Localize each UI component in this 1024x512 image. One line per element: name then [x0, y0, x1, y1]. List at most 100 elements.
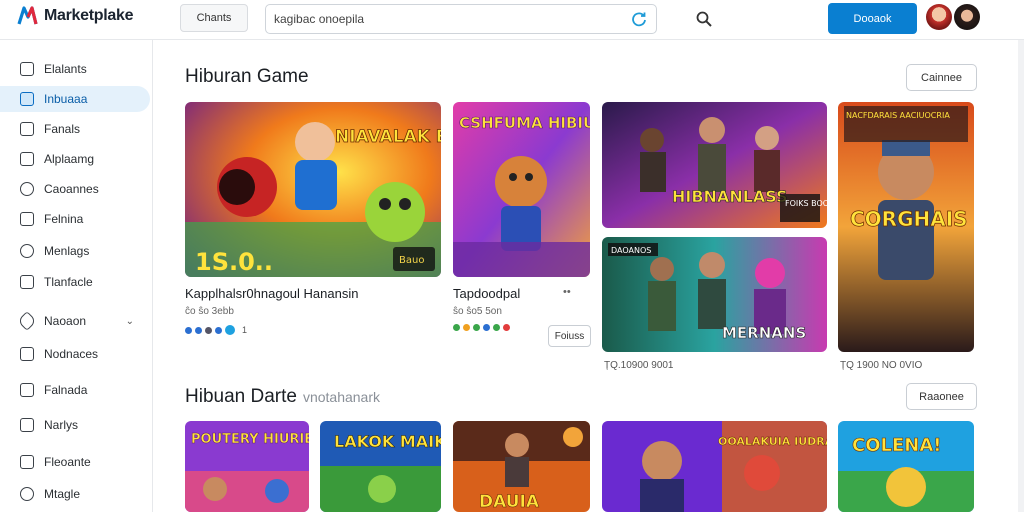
sidebar-item-11[interactable]: Narlys	[0, 412, 150, 438]
nav-icon	[20, 383, 34, 397]
nav-icon	[20, 182, 34, 196]
game-card[interactable]: NACFDARAIS AACIUOCRIA CORGHAIS	[838, 102, 974, 352]
card-action-button[interactable]: Foiuss	[548, 325, 591, 347]
game-thumbnail: DAUIA	[453, 421, 590, 512]
game-card[interactable]: LAKOK MAIKES	[320, 421, 441, 512]
game-thumbnail: COLENA!	[838, 421, 974, 512]
game-card[interactable]: OOALAKUIA IUDRAES	[602, 421, 827, 512]
chevron-down-icon[interactable]: ⌄	[126, 316, 134, 327]
sidebar-item-9[interactable]: Nodnaces	[0, 341, 150, 367]
section-title: Hiburan Game	[185, 66, 309, 87]
nav-icon	[20, 122, 34, 136]
game-card[interactable]: NIAVALAK ETANAIS 1S.0.. Bauo	[185, 102, 441, 277]
rating-dot	[463, 324, 470, 331]
scrollbar[interactable]	[1018, 40, 1024, 512]
sidebar-item-13[interactable]: Mtagle	[0, 481, 150, 507]
section-title: Hibuan Darte vnotahanark	[185, 386, 381, 407]
game-card[interactable]: POUTERY HIURIECS	[185, 421, 309, 512]
caption: ȚQ 1900 NO 0VIO	[840, 360, 923, 371]
game-card[interactable]: DAUIA	[453, 421, 590, 512]
rating-dot	[225, 325, 235, 335]
game-thumbnail: NACFDARAIS AACIUOCRIA CORGHAIS	[838, 102, 974, 352]
section-subtitle: vnotahanark	[302, 389, 381, 405]
rating-value: 1	[242, 325, 248, 335]
nav-icon	[20, 418, 34, 432]
card-badge: NACFDARAIS AACIUOCRIA	[846, 111, 950, 120]
sidebar-item-12[interactable]: Fleoante	[0, 449, 150, 475]
game-card[interactable]: COLENA!	[838, 421, 974, 512]
rating-dots	[453, 324, 510, 331]
caption: ȚQ.10900 9001	[604, 360, 674, 371]
art-text: OOALAKUIA IUDRAES	[718, 435, 827, 448]
rating-dot	[473, 324, 480, 331]
sidebar: Elalants Inbuaaa Fanals Alplaamg Caoanne…	[0, 40, 153, 512]
art-text: DAUIA	[479, 492, 540, 512]
sidebar-item-5[interactable]: Felnina	[0, 206, 150, 232]
chats-button[interactable]: Chants	[180, 4, 248, 32]
primary-action-button[interactable]: Dooaok	[828, 3, 917, 34]
nav-icon	[20, 455, 34, 469]
sidebar-item-10[interactable]: Falnada	[0, 377, 150, 403]
nav-icon	[20, 92, 34, 106]
nav-icon	[20, 347, 34, 361]
sidebar-item-6[interactable]: Menlags	[0, 238, 150, 264]
art-text: MERNANS	[722, 324, 806, 342]
section-more-button[interactable]: Cainnee	[906, 64, 977, 91]
game-thumbnail: DAOANOS MERNANS	[602, 237, 827, 352]
nav-icon	[20, 244, 34, 258]
sidebar-item-8[interactable]: Naoaon ⌄	[0, 308, 150, 334]
sidebar-item-1[interactable]: Inbuaaa	[0, 86, 150, 112]
card-badge: DAOANOS	[611, 246, 651, 255]
search-bar	[265, 4, 657, 34]
sidebar-item-0[interactable]: Elalants	[0, 56, 150, 82]
refresh-icon[interactable]	[630, 10, 648, 28]
card-badge: Bauo	[399, 255, 424, 266]
rating-dot	[453, 324, 460, 331]
rating-dot	[195, 326, 202, 334]
game-thumbnail: OOALAKUIA IUDRAES	[602, 421, 827, 512]
game-card[interactable]: CSHFUMA HIBIUIAES	[453, 102, 590, 277]
card-title[interactable]: Tapdoodpal	[453, 286, 520, 301]
nav-icon	[20, 152, 34, 166]
nav-icon	[17, 311, 37, 331]
nav-icon	[20, 62, 34, 76]
avatar[interactable]	[926, 4, 952, 30]
game-thumbnail: LAKOK MAIKES	[320, 421, 441, 512]
nav-icon	[20, 487, 34, 501]
art-text: POUTERY HIURIECS	[191, 432, 309, 447]
search-icon	[696, 11, 712, 27]
game-card[interactable]: DAOANOS MERNANS	[602, 237, 827, 352]
rating-dot	[503, 324, 510, 331]
rating-dot	[215, 326, 222, 334]
card-title[interactable]: Kapplhalsr0hnagoul Hanansin	[185, 286, 358, 301]
game-thumbnail: HIBNANLASS FOIKS BOOAS	[602, 102, 827, 228]
app-name: Marketplake	[44, 7, 134, 24]
game-card[interactable]: HIBNANLASS FOIKS BOOAS	[602, 102, 827, 228]
search-button[interactable]	[688, 4, 720, 34]
card-badge: FOIKS BOOAS	[785, 199, 827, 208]
game-thumbnail: NIAVALAK ETANAIS 1S.0.. Bauo	[185, 102, 441, 277]
card-meta: ĉo ŝo 3ebb	[185, 306, 234, 317]
user-avatar[interactable]	[954, 4, 980, 30]
sidebar-item-2[interactable]: Fanals	[0, 116, 150, 142]
card-meta: ŝo ŝo5 5on	[453, 306, 502, 317]
sidebar-item-4[interactable]: Caoannes	[0, 176, 150, 202]
logo-icon	[17, 6, 38, 25]
svg-text:1S.0..: 1S.0..	[195, 248, 273, 276]
sidebar-item-3[interactable]: Alplaamg	[0, 146, 150, 172]
section-more-button[interactable]: Raaonee	[906, 383, 977, 410]
game-thumbnail: CSHFUMA HIBIUIAES	[453, 102, 590, 277]
game-thumbnail: POUTERY HIURIECS	[185, 421, 309, 512]
rating-dots: 1	[185, 325, 247, 335]
top-bar: Marketplake Chants Dooaok	[0, 0, 1024, 40]
rating-dot	[483, 324, 490, 331]
art-text: NIAVALAK ETANAIS	[335, 127, 441, 147]
rating-dot	[205, 326, 212, 334]
search-input[interactable]	[274, 12, 630, 26]
art-text: COLENA!	[852, 435, 941, 456]
sidebar-item-7[interactable]: Tlanfacle	[0, 269, 150, 295]
more-menu[interactable]: ••	[563, 286, 571, 298]
logo[interactable]: Marketplake	[16, 5, 134, 27]
nav-icon	[20, 275, 34, 289]
art-text: CSHFUMA HIBIUIAES	[459, 114, 590, 132]
